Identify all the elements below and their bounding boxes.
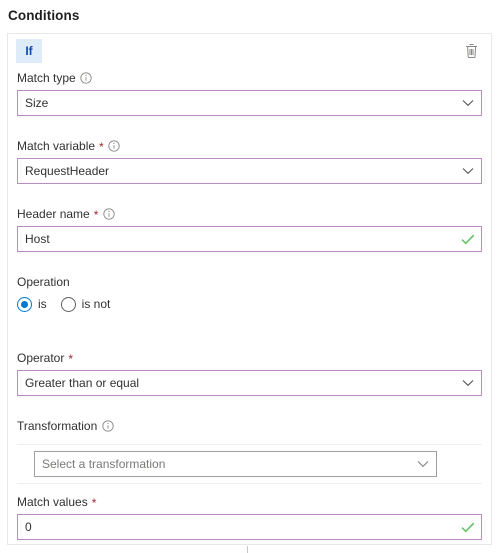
radio-operation-is[interactable]: is [17, 296, 47, 312]
trash-icon [464, 43, 479, 59]
required-marker: * [93, 208, 99, 222]
match-type-dropdown[interactable]: Size [17, 90, 482, 116]
info-icon[interactable] [80, 72, 93, 85]
condition-card: If Match type Size Match variable * Requ… [7, 33, 492, 545]
field-transformation: Transformation Select a transformation [8, 418, 491, 484]
chevron-down-icon [410, 460, 436, 468]
operation-label-text: Operation [17, 275, 70, 289]
match-values-input[interactable]: 0 [17, 514, 482, 540]
required-marker: * [99, 140, 104, 154]
match-type-label-text: Match type [17, 71, 76, 85]
condition-form: Match type Size Match variable * Request… [8, 70, 491, 540]
operator-value: Greater than or equal [25, 376, 140, 390]
field-match-values: Match values * 0 [8, 494, 491, 540]
transformation-label: Transformation [17, 418, 482, 434]
header-name-value: Host [25, 232, 50, 246]
radio-operation-is-label: is [38, 297, 47, 311]
operator-dropdown[interactable]: Greater than or equal [17, 370, 482, 396]
info-icon[interactable] [108, 140, 121, 153]
field-operator: Operator * Greater than or equal [8, 350, 491, 396]
operator-label: Operator * [17, 350, 482, 366]
field-match-type: Match type Size [8, 70, 491, 116]
header-name-input[interactable]: Host [17, 226, 482, 252]
match-values-label: Match values * [17, 494, 482, 510]
operation-radio-group: is is not [17, 294, 482, 314]
info-icon[interactable] [102, 208, 115, 221]
required-marker: * [91, 496, 97, 510]
match-values-value: 0 [25, 520, 32, 534]
resize-handle[interactable] [247, 546, 248, 553]
field-header-name: Header name * Host [8, 206, 491, 252]
required-marker: * [68, 352, 74, 366]
field-operation: Operation is is not [8, 274, 491, 314]
match-variable-value: RequestHeader [25, 164, 110, 178]
match-values-label-text: Match values [17, 495, 88, 509]
match-variable-dropdown[interactable]: RequestHeader [17, 158, 482, 184]
chevron-down-icon [455, 99, 481, 107]
header-name-label-text: Header name [17, 207, 90, 221]
match-variable-label: Match variable * [17, 138, 482, 154]
condition-card-header: If [8, 34, 491, 70]
info-icon[interactable] [101, 420, 114, 433]
transformation-dropdown[interactable]: Select a transformation [34, 451, 437, 477]
if-tab-label: If [25, 44, 33, 58]
chevron-down-icon [455, 379, 481, 387]
checkmark-icon [455, 234, 481, 245]
field-match-variable: Match variable * RequestHeader [8, 138, 491, 184]
page-title: Conditions [8, 8, 80, 23]
chevron-down-icon [455, 167, 481, 175]
delete-condition-button[interactable] [460, 40, 482, 62]
transformation-value: Select a transformation [42, 457, 166, 471]
match-variable-label-text: Match variable [17, 139, 96, 153]
header-name-label: Header name * [17, 206, 482, 222]
operation-label: Operation [17, 274, 482, 290]
radio-operation-is-not-label: is not [81, 297, 111, 311]
radio-operation-is-not[interactable]: is not [60, 296, 111, 312]
checkmark-icon [455, 522, 481, 533]
match-type-label: Match type [17, 70, 482, 86]
operator-label-text: Operator [17, 351, 65, 365]
radio-selected-icon [17, 296, 32, 312]
radio-unselected-icon [60, 296, 76, 312]
if-tab[interactable]: If [16, 39, 42, 63]
match-type-value: Size [25, 96, 49, 110]
transformation-label-text: Transformation [17, 419, 98, 433]
